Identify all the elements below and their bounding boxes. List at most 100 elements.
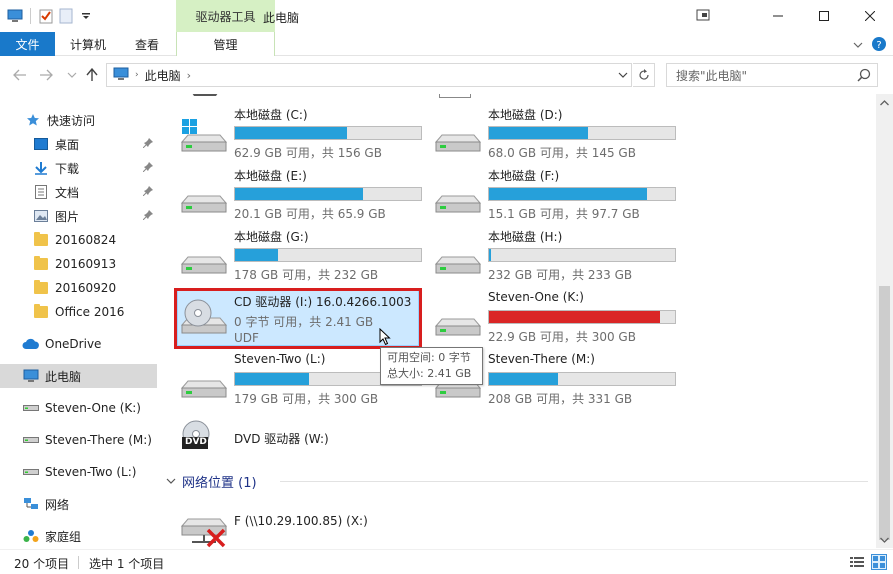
computer-icon	[22, 367, 40, 385]
computer-icon	[113, 67, 129, 84]
expand-ribbon-icon[interactable]	[853, 38, 863, 52]
drive-item-c[interactable]: 本地磁盘 (C:) 62.9 GB 可用，共 156 GB	[178, 104, 426, 160]
chevron-right-icon[interactable]: ›	[135, 70, 139, 80]
network-icon	[22, 495, 40, 513]
forward-button[interactable]	[36, 65, 56, 85]
properties-icon[interactable]	[37, 7, 55, 25]
pin-icon[interactable]	[142, 162, 153, 175]
address-bar[interactable]: › 此电脑 ›	[106, 63, 632, 87]
sidebar-item-desktop[interactable]: 桌面	[0, 132, 157, 156]
window-controls	[755, 0, 893, 32]
drive-name: 本地磁盘 (G:)	[234, 230, 309, 244]
pin-icon[interactable]	[142, 210, 153, 223]
address-dropdown-button[interactable]	[615, 64, 631, 86]
customize-dropdown-icon[interactable]	[77, 7, 95, 25]
capacity-fill	[489, 373, 558, 385]
sidebar-item-folder-20160920[interactable]: 20160920	[0, 276, 157, 300]
tab-computer[interactable]: 计算机	[58, 32, 118, 56]
sidebar-item-folder-20160824[interactable]: 20160824	[0, 228, 157, 252]
pin-icon[interactable]	[142, 186, 153, 199]
sidebar-item-folder-20160913[interactable]: 20160913	[0, 252, 157, 276]
divider	[30, 8, 31, 24]
scroll-up-button[interactable]	[876, 94, 893, 111]
tab-file[interactable]: 文件	[0, 32, 55, 56]
drive-item-f[interactable]: 本地磁盘 (F:) 15.1 GB 可用，共 97.7 GB	[432, 165, 680, 221]
capacity-bar	[488, 187, 676, 201]
refresh-button[interactable]	[633, 63, 655, 87]
divider	[280, 481, 868, 482]
capacity-fill	[489, 188, 648, 200]
back-button[interactable]	[10, 65, 30, 85]
up-button[interactable]	[82, 65, 102, 85]
sidebar-item-homegroup[interactable]: 家庭组	[0, 524, 157, 548]
computer-icon[interactable]	[6, 7, 24, 25]
star-icon	[24, 111, 42, 129]
tiles-view-icon[interactable]	[871, 554, 887, 570]
help-icon[interactable]: ?	[871, 36, 887, 55]
vertical-scrollbar[interactable]	[876, 94, 893, 548]
drive-item-dvd-w[interactable]: DVD DVD 驱动器 (W:)	[178, 420, 426, 468]
breadcrumb-item-this-pc[interactable]: 此电脑	[145, 67, 181, 84]
sidebar-item-folder-office-2016[interactable]: Office 2016	[0, 300, 157, 324]
drive-name: 本地磁盘 (H:)	[488, 230, 563, 244]
drive-name: 本地磁盘 (E:)	[234, 169, 307, 183]
drive-icon	[22, 431, 40, 449]
scrollbar-thumb[interactable]	[879, 286, 890, 540]
chevron-down-icon[interactable]	[166, 474, 176, 489]
sidebar-item-label: 网络	[45, 497, 70, 512]
close-button[interactable]	[847, 0, 893, 32]
chevron-right-icon[interactable]: ›	[187, 69, 191, 82]
scroll-down-button[interactable]	[876, 531, 893, 548]
drive-item-h[interactable]: 本地磁盘 (H:) 232 GB 可用，共 233 GB	[432, 226, 680, 282]
folder-icon	[32, 255, 50, 273]
desktop-icon	[32, 135, 50, 153]
sidebar-item-quick-access[interactable]: 快速访问	[0, 108, 157, 132]
search-box[interactable]: 搜索"此电脑"	[666, 63, 878, 87]
sidebar-item-label: 20160913	[55, 257, 117, 271]
selected-count: 选中 1 个项目	[89, 557, 165, 571]
drive-icon	[439, 94, 471, 98]
sidebar-item-steven-one[interactable]: Steven-One (K:)	[0, 396, 157, 420]
sidebar-item-pictures[interactable]: 图片	[0, 204, 157, 228]
new-folder-icon[interactable]	[57, 7, 75, 25]
sidebar-item-downloads[interactable]: 下载	[0, 156, 157, 180]
pin-to-window-icon[interactable]	[696, 8, 710, 25]
sidebar-item-onedrive[interactable]: OneDrive	[0, 332, 157, 356]
recent-locations-button[interactable]	[62, 65, 82, 85]
sidebar-item-steven-two[interactable]: Steven-Two (L:)	[0, 460, 157, 484]
tab-view[interactable]: 查看	[120, 32, 174, 56]
capacity-bar	[488, 248, 676, 262]
tab-manage[interactable]: 管理	[176, 32, 275, 56]
search-icon[interactable]	[857, 68, 871, 85]
drive-item-e[interactable]: 本地磁盘 (E:) 20.1 GB 可用，共 65.9 GB	[178, 165, 426, 221]
drive-item-steven-one-k[interactable]: Steven-One (K:) 22.9 GB 可用，共 300 GB	[432, 288, 680, 344]
drive-space-info: 15.1 GB 可用，共 97.7 GB	[488, 207, 640, 221]
sidebar-item-label: 桌面	[55, 137, 80, 152]
title-bar: 驱动器工具 此电脑	[0, 0, 893, 32]
sidebar-item-steven-there[interactable]: Steven-There (M:)	[0, 428, 157, 452]
dvd-drive-icon: DVD	[180, 420, 228, 460]
network-drive-item-x[interactable]: F (\\10.29.100.85) (X:)	[178, 504, 426, 548]
sidebar-item-this-pc[interactable]: 此电脑	[0, 364, 157, 388]
search-input[interactable]: 搜索"此电脑"	[676, 67, 747, 84]
sidebar-item-label: 下载	[55, 161, 80, 176]
tooltip-free-space: 可用空间: 0 字节	[387, 351, 471, 364]
ribbon-tabs: 文件 计算机 查看 管理 ?	[0, 32, 893, 56]
drive-space-info: 62.9 GB 可用，共 156 GB	[234, 146, 382, 160]
details-view-icon[interactable]	[849, 554, 865, 570]
drive-name: Steven-There (M:)	[488, 352, 595, 366]
sidebar-item-documents[interactable]: 文档	[0, 180, 157, 204]
drive-icon	[22, 399, 40, 417]
drive-item-g[interactable]: 本地磁盘 (G:) 178 GB 可用，共 232 GB	[178, 226, 426, 282]
hard-drive-icon	[180, 177, 228, 217]
drive-item-d[interactable]: 本地磁盘 (D:) 68.0 GB 可用，共 145 GB	[432, 104, 680, 160]
pin-icon[interactable]	[142, 138, 153, 151]
capacity-bar	[488, 372, 676, 386]
group-header-network-locations[interactable]: 网络位置 (1)	[166, 472, 257, 491]
minimize-button[interactable]	[755, 0, 801, 32]
mouse-cursor-icon	[379, 327, 391, 349]
folder-icon	[32, 279, 50, 297]
sidebar-item-network[interactable]: 网络	[0, 492, 157, 516]
maximize-button[interactable]	[801, 0, 847, 32]
content-pane: 本地磁盘 (C:) 62.9 GB 可用，共 156 GB 本地磁盘 (D:) …	[160, 94, 876, 548]
